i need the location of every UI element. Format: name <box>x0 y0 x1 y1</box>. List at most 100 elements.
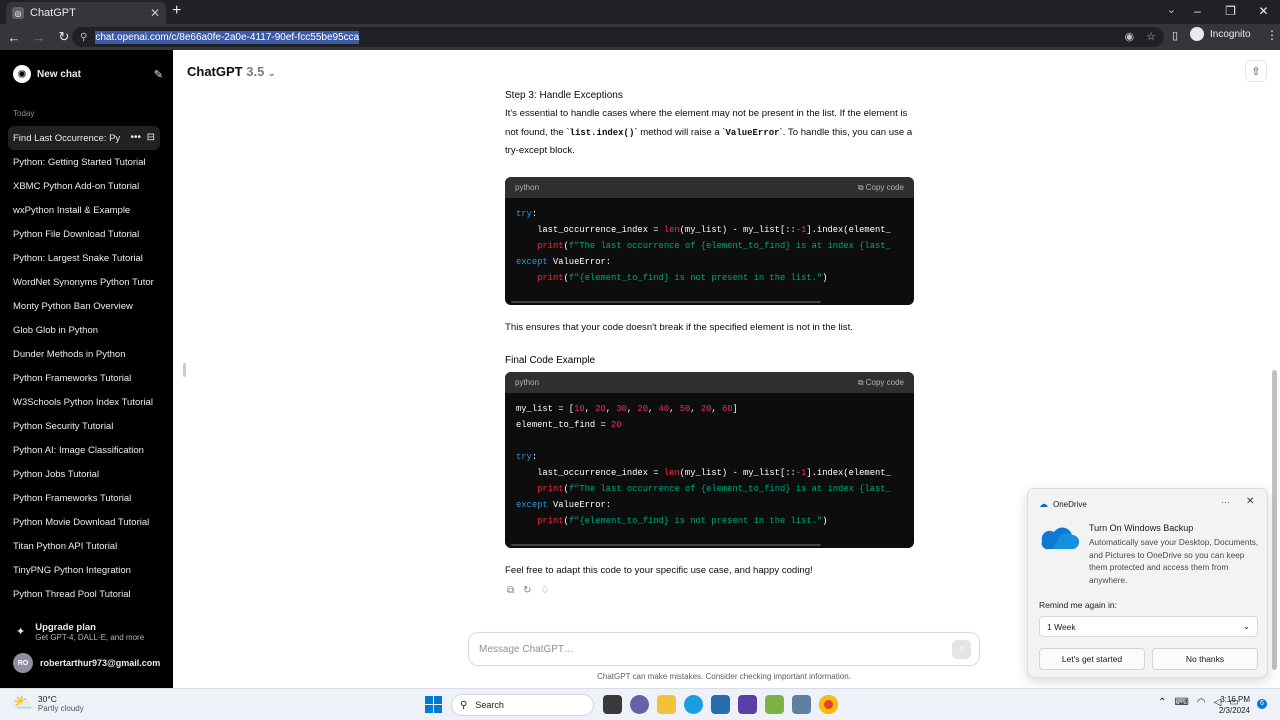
incognito-tracking-icon[interactable]: ◉ <box>1125 30 1135 43</box>
history-item[interactable]: XBMC Python Add-on Tutorial <box>8 174 160 198</box>
history-item[interactable]: Find Last Occurrence: Py ••• ⊟ <box>8 126 160 150</box>
history-item[interactable]: Python: Getting Started Tutorial <box>8 150 160 174</box>
message-composer: ↑ <box>468 632 980 666</box>
history-item[interactable]: Python AI: Image Classification <box>8 438 160 462</box>
task-view-icon[interactable] <box>603 695 622 714</box>
model-selector[interactable]: ChatGPT 3.5 ⌄ <box>187 64 276 79</box>
history-item[interactable]: Glob Glob in Python <box>8 318 160 342</box>
thumbs-down-icon[interactable]: ♢ <box>541 585 550 596</box>
notification-badge[interactable]: 6 <box>1257 699 1267 709</box>
remote-desktop-icon[interactable] <box>792 695 811 714</box>
history-item[interactable]: Python Security Tutorial <box>8 414 160 438</box>
vscode-icon[interactable] <box>738 695 757 714</box>
minimize-icon[interactable]: – <box>1181 0 1214 24</box>
url-text[interactable]: chat.openai.com/c/8e66a0fe-2a0e-4117-90e… <box>95 30 360 44</box>
history-item[interactable]: Titan Python API Tutorial <box>8 534 160 558</box>
lets-get-started-button[interactable]: Let's get started <box>1039 648 1145 670</box>
chrome-icon[interactable] <box>819 695 838 714</box>
clock-date: 2/3/2024 <box>1218 706 1250 715</box>
disclaimer: ChatGPT can make mistakes. Consider chec… <box>597 672 851 681</box>
bookmark-star-icon[interactable]: ☆ <box>1146 30 1156 43</box>
regenerate-icon[interactable]: ↻ <box>523 585 531 596</box>
no-thanks-button[interactable]: No thanks <box>1152 648 1258 670</box>
history-item-label: Find Last Occurrence: Py <box>13 132 121 144</box>
history-item[interactable]: Python Frameworks Tutorial <box>8 366 160 390</box>
keyboard-icon[interactable]: ⌨ <box>1174 697 1188 708</box>
browser-toolbar: ← → ↻ ⚲ chat.openai.com/c/8e66a0fe-2a0e-… <box>0 24 1280 50</box>
history-item[interactable]: wxPython Install & Example <box>8 198 160 222</box>
store-icon[interactable] <box>711 695 730 714</box>
more-options-icon[interactable]: ••• <box>131 132 142 143</box>
archive-icon[interactable]: ⊟ <box>147 132 155 143</box>
new-chat-button[interactable]: ✺ New chat ✎ <box>13 64 163 84</box>
copy-code-button[interactable]: ⧉ Copy code <box>858 378 904 388</box>
history-item[interactable]: Python: Largest Snake Tutorial <box>8 246 160 270</box>
history-item[interactable]: Python Frameworks Tutorial <box>8 486 160 510</box>
tab-close-icon[interactable]: ✕ <box>150 6 160 20</box>
upgrade-plan-button[interactable]: ✦ Upgrade plan Get GPT-4, DALL·E, and mo… <box>16 622 144 642</box>
weather-widget[interactable]: ⛅ 30°C Partly cloudy <box>13 693 84 713</box>
incognito-indicator[interactable]: Incognito <box>1190 27 1251 41</box>
search-icon: ⚲ <box>460 699 468 711</box>
file-explorer-icon[interactable] <box>657 695 676 714</box>
history-item[interactable]: Python File Download Tutorial <box>8 222 160 246</box>
close-icon[interactable]: ✕ <box>1246 496 1254 507</box>
tab-search-icon[interactable]: ⌄ <box>1167 3 1176 16</box>
code-block: python ⧉ Copy code my_list = [10, 20, 30… <box>505 372 914 548</box>
notification-app: ☁ OneDrive <box>1039 499 1087 510</box>
notepad-plus-icon[interactable] <box>765 695 784 714</box>
window-controls: – ❐ ✕ <box>1181 0 1280 24</box>
copy-icon[interactable]: ⧉ <box>507 585 514 596</box>
window-close-icon[interactable]: ✕ <box>1247 0 1280 24</box>
history-item-label: Python Thread Pool Tutorial <box>13 588 131 600</box>
history-item[interactable]: W3Schools Python Index Tutorial <box>8 390 160 414</box>
browser-menu-icon[interactable]: ⋮ <box>1266 28 1278 42</box>
avatar: RO <box>13 653 33 673</box>
message-input[interactable] <box>479 643 929 655</box>
history-item[interactable]: Python Thread Pool Tutorial <box>8 582 160 606</box>
code-scrollbar[interactable] <box>511 544 821 546</box>
history-item[interactable]: Python Movie Download Tutorial <box>8 510 160 534</box>
start-button[interactable] <box>425 696 442 713</box>
edge-icon[interactable] <box>684 695 703 714</box>
chat-sidebar: ✺ New chat ✎ Today Find Last Occurrence:… <box>0 50 173 688</box>
restore-icon[interactable]: ❐ <box>1214 0 1247 24</box>
send-button[interactable]: ↑ <box>952 640 971 659</box>
notification-title: Turn On Windows Backup <box>1089 523 1194 533</box>
code-scrollbar[interactable] <box>511 301 821 303</box>
taskbar-search-label: Search <box>475 700 504 710</box>
forward-icon[interactable]: → <box>28 30 50 45</box>
ensures-paragraph: This ensures that your code doesn't brea… <box>505 322 853 333</box>
clipboard-icon: ⧉ <box>857 182 866 192</box>
sidebar-resize-handle[interactable] <box>183 363 186 377</box>
history-item-label: Python: Getting Started Tutorial <box>13 156 146 168</box>
back-icon[interactable]: ← <box>3 30 25 45</box>
remind-select[interactable]: 1 Week ⌄ <box>1039 616 1258 637</box>
wifi-icon[interactable]: ◠ <box>1197 697 1206 708</box>
side-panel-icon[interactable]: ▯ <box>1172 29 1178 42</box>
incognito-icon <box>1190 27 1204 41</box>
copy-code-button[interactable]: ⧉ Copy code <box>858 183 904 193</box>
browser-tab[interactable]: ◎ ChatGPT ✕ <box>6 2 166 24</box>
taskbar-search[interactable]: ⚲ Search <box>451 694 594 716</box>
history-item[interactable]: Dunder Methods in Python <box>8 342 160 366</box>
site-info-icon[interactable]: ⚲ <box>80 32 87 43</box>
user-menu[interactable]: RO robertarthur973@gmail.com <box>13 653 160 673</box>
history-item[interactable]: Python Jobs Tutorial <box>8 462 160 486</box>
sparkle-icon: ✦ <box>16 626 26 638</box>
chat-app-icon[interactable] <box>630 695 649 714</box>
clock[interactable]: 3:16 PM 2/3/2024 <box>1210 694 1250 716</box>
upgrade-title: Upgrade plan <box>35 622 96 633</box>
share-button[interactable]: ⇧ <box>1245 60 1267 82</box>
history-item[interactable]: Monty Python Ban Overview <box>8 294 160 318</box>
chevron-up-icon[interactable]: ⌃ <box>1158 697 1166 708</box>
history-item[interactable]: TinyPNG Python Integration <box>8 558 160 582</box>
new-tab-icon[interactable]: + <box>172 3 181 19</box>
compose-icon[interactable]: ✎ <box>154 68 163 81</box>
history-item-label: WordNet Synonyms Python Tutor <box>13 276 154 288</box>
model-version: 3.5 <box>246 64 265 79</box>
more-options-icon[interactable]: ··· <box>1221 497 1230 507</box>
address-bar[interactable]: ⚲ chat.openai.com/c/8e66a0fe-2a0e-4117-9… <box>72 27 1164 47</box>
page-scrollbar[interactable] <box>1272 370 1277 670</box>
history-item[interactable]: WordNet Synonyms Python Tutor <box>8 270 160 294</box>
